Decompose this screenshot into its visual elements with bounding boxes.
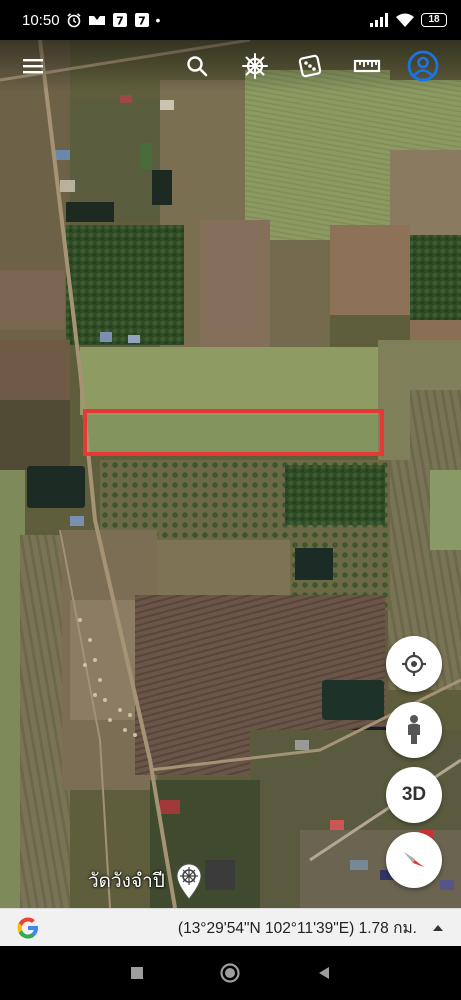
compass-button[interactable] [386,832,442,888]
wifi-icon [396,13,414,27]
notification-icon: 7 [112,13,127,28]
notification-icon [88,16,105,25]
back-icon [319,967,330,979]
account-button[interactable] [407,50,439,82]
coordinates-bar: (13°29'54"N 102°11'39"E) 1.78 กม. [0,908,461,946]
measure-button[interactable] [351,50,383,82]
status-time: 10:50 [22,11,60,29]
alarm-icon [67,13,81,28]
ruler-icon [353,59,381,73]
more-notifications-dot: • [155,12,161,28]
recents-button[interactable] [122,958,152,988]
system-nav-bar [0,946,461,1000]
status-bar: 10:50 7 7 • 18 [0,0,461,40]
expand-info-button[interactable] [425,924,451,932]
place-label[interactable]: วัดวังจำปี [88,866,165,896]
pegman-icon [408,715,420,744]
menu-icon [23,59,43,74]
my-location-button[interactable] [386,636,442,692]
home-button[interactable] [215,958,245,988]
svg-text:7: 7 [116,15,124,28]
expand-up-icon [433,924,443,931]
search-icon [187,56,208,77]
menu-button[interactable] [17,50,49,82]
place-marker[interactable]: วัดวังจำปี [88,862,205,900]
home-icon [220,963,241,983]
dice-icon [298,54,322,78]
temple-pin-icon[interactable] [173,862,205,900]
notification-icon: 7 [134,13,149,28]
status-left: 10:50 7 7 • [22,12,160,29]
street-view-button[interactable] [386,702,442,758]
battery-icon: 18 [421,13,447,27]
3d-toggle-button[interactable]: 3D [386,767,442,823]
signal-icon [370,13,388,27]
google-logo [8,909,48,947]
top-toolbar [0,40,461,92]
search-button[interactable] [181,50,213,82]
voyager-button[interactable] [239,50,271,82]
status-right: 18 [369,12,447,28]
back-button[interactable] [309,958,339,988]
recents-icon [130,967,143,979]
svg-text:7: 7 [138,15,146,28]
feeling-lucky-button[interactable] [294,50,326,82]
compass-icon [404,852,424,867]
my-location-icon [402,652,426,676]
google-g-icon [17,917,38,938]
coordinates-text: (13°29'54"N 102°11'39"E) 1.78 กม. [177,920,417,937]
voyager-wheel-icon [242,53,268,79]
account-icon [407,50,439,82]
